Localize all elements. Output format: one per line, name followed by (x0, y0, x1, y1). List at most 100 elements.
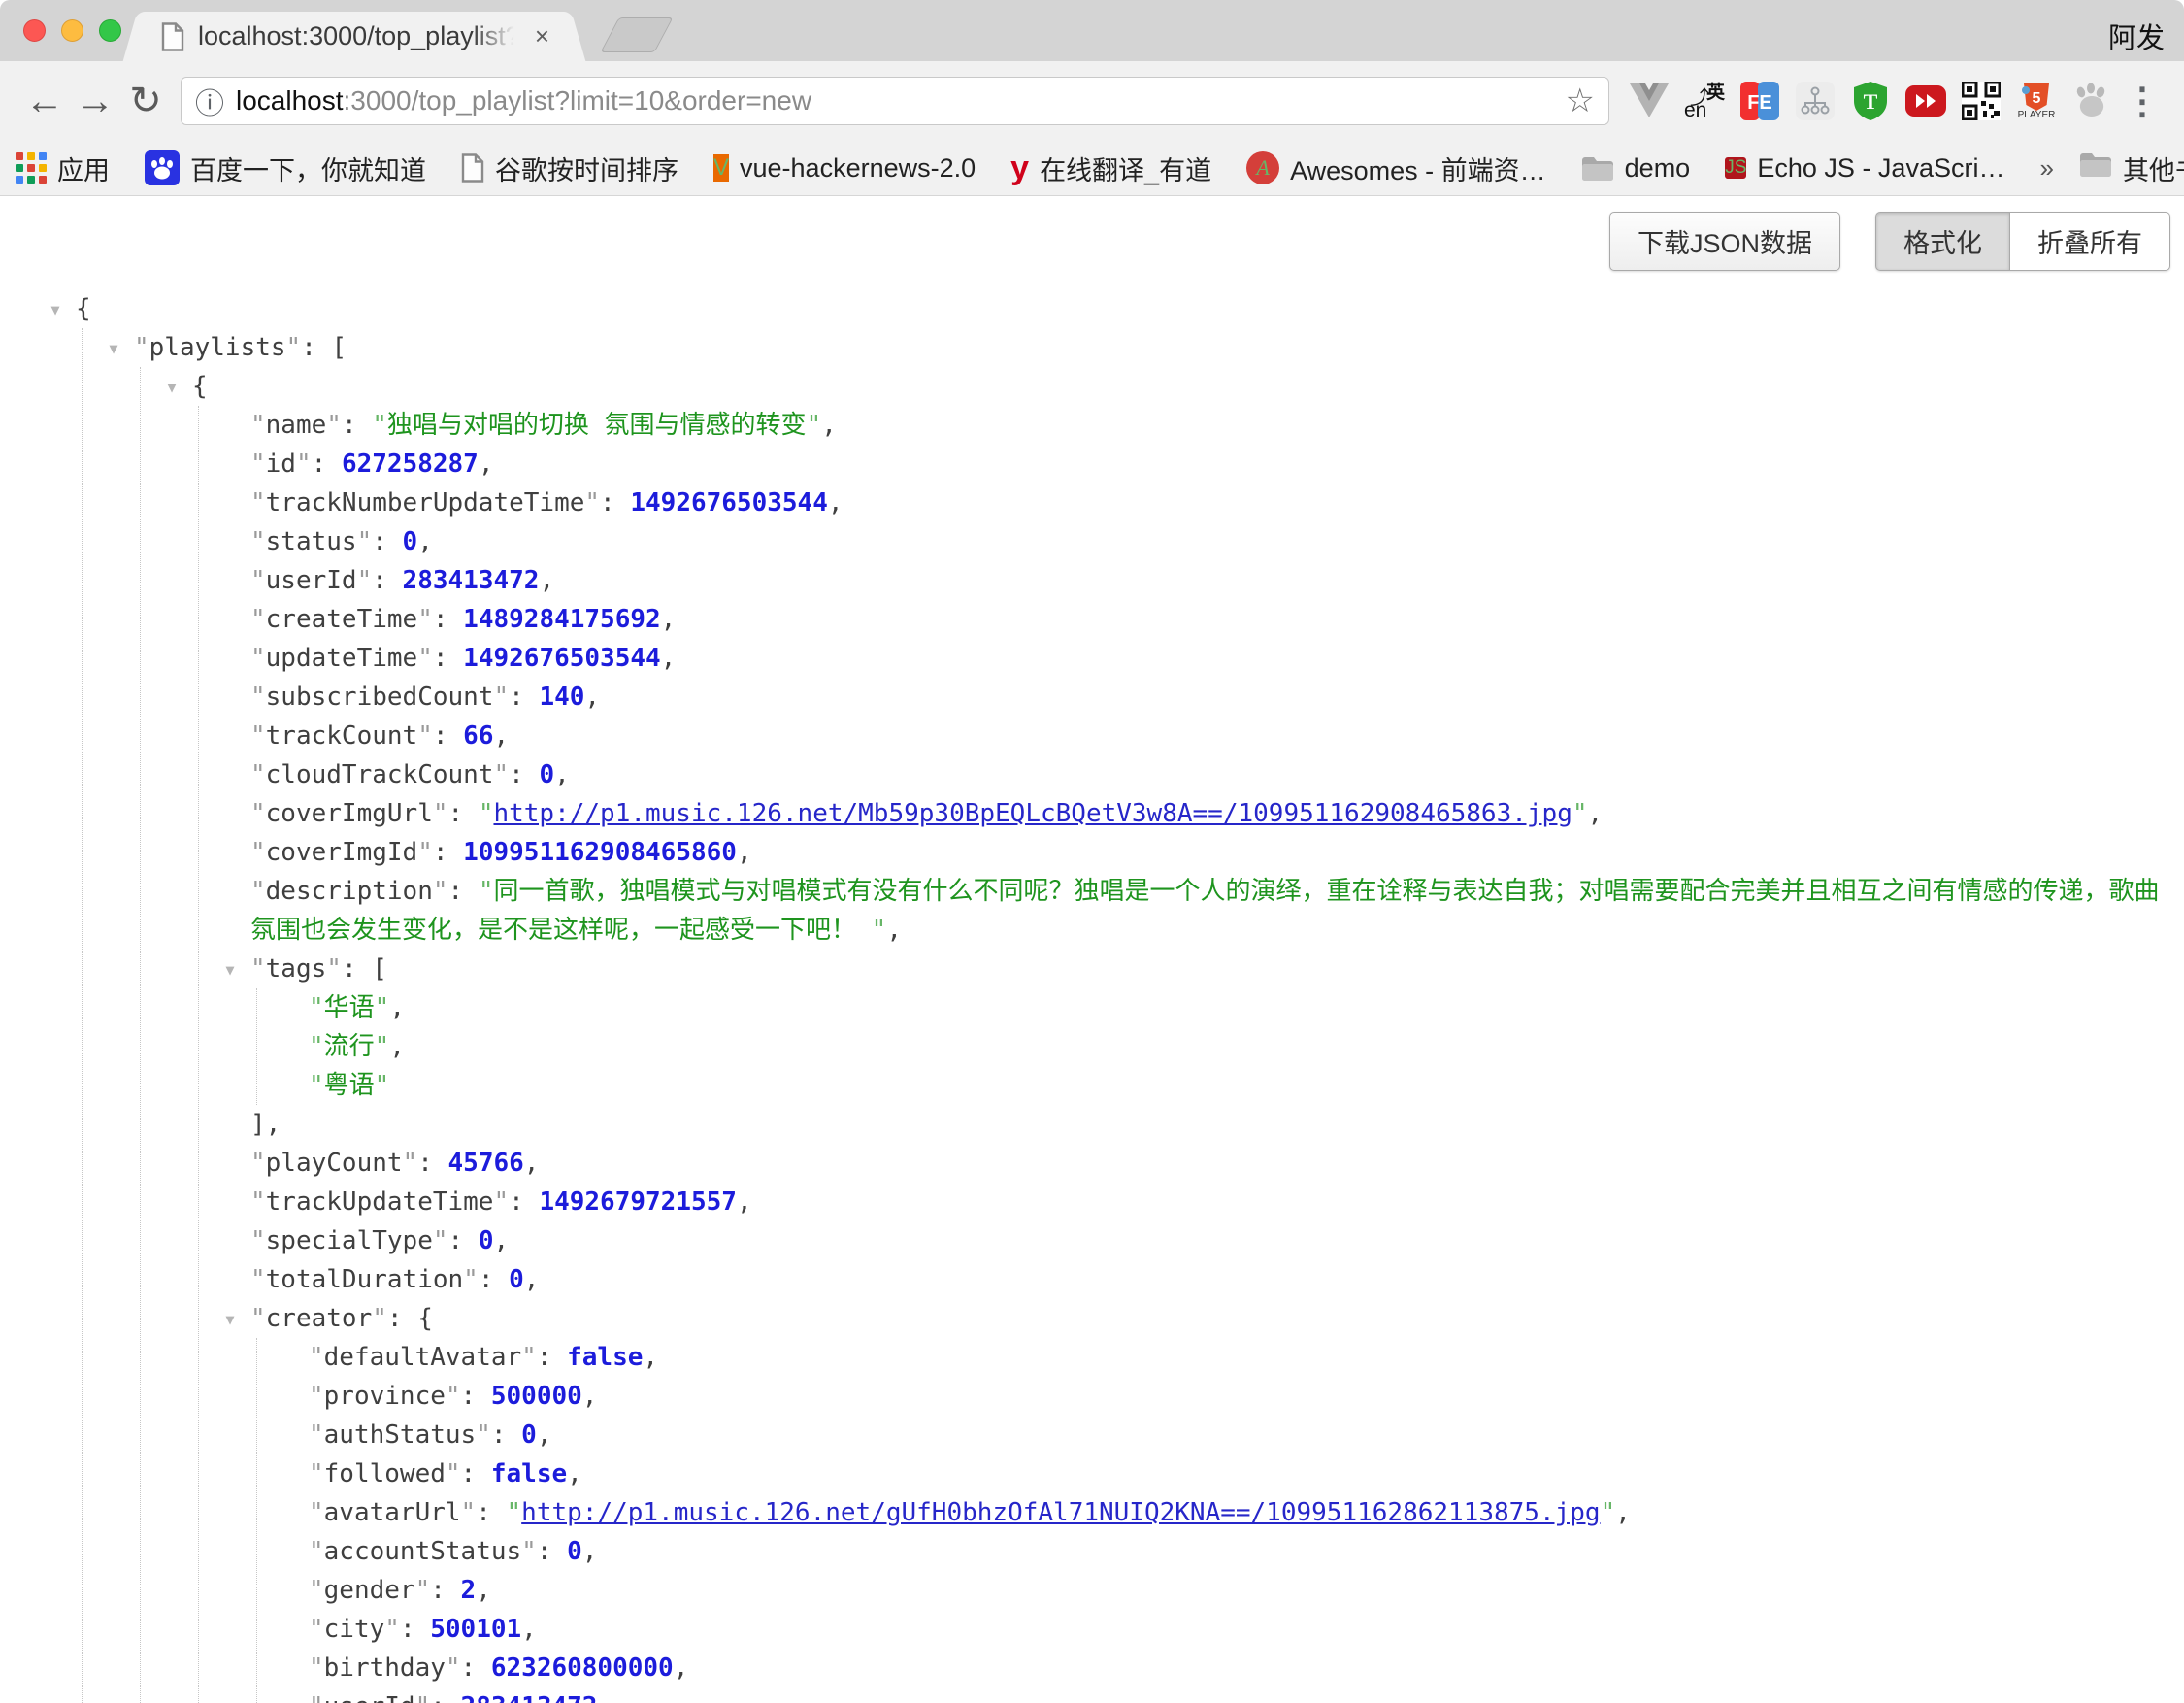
collapse-arrow-icon[interactable]: ▼ (41, 290, 70, 329)
json-line: "totalDuration": 0, (250, 1260, 2161, 1299)
url-text[interactable]: localhost:3000/top_playlist?limit=10&ord… (236, 85, 1554, 117)
json-line: "cloudTrackCount": 0, (250, 755, 2161, 794)
json-line: ▼{ (192, 367, 2161, 406)
json-number-value: 0 (479, 1226, 494, 1255)
bookmark-label: Awesomes - 前端资… (1290, 150, 1546, 187)
bookmark-baidu[interactable]: 百度一下，你就知道 (145, 150, 426, 187)
bookmark-awesomes[interactable]: AAwesomes - 前端资… (1246, 150, 1546, 187)
json-number-value: 283413472 (461, 1692, 598, 1703)
vue-devtools-icon[interactable] (1627, 76, 1671, 126)
toolbar: ← → ↻ ⓘ localhost:3000/top_playlist?limi… (0, 61, 2184, 141)
view-mode-group: 格式化 折叠所有 (1875, 212, 2170, 271)
back-button[interactable]: ← (19, 80, 70, 123)
json-key: cloudTrackCount (266, 760, 494, 789)
video-speed-icon[interactable] (1903, 76, 1948, 126)
chrome-menu-icon[interactable]: ⋮ (2114, 80, 2170, 123)
reload-button[interactable]: ↻ (120, 79, 171, 123)
profile-name[interactable]: 阿发 (2108, 16, 2165, 56)
site-info-icon[interactable]: ⓘ (195, 80, 224, 122)
json-key: totalDuration (266, 1265, 464, 1294)
json-line: ▼"playlists": [ (134, 328, 2161, 367)
bookmark-echojs[interactable]: JSEcho JS - JavaScri… (1725, 153, 2004, 184)
json-url-link[interactable]: http://p1.music.126.net/Mb59p30BpEQLcBQe… (493, 799, 1572, 828)
json-key: followed (324, 1459, 446, 1488)
close-window-button[interactable] (23, 19, 46, 42)
titlebar: localhost:3000/top_playlist?limit=10&ord… (0, 0, 2184, 61)
zoom-window-button[interactable] (99, 19, 121, 42)
folder-icon (1581, 155, 1614, 182)
bookmarks-bar: 应用 百度一下，你就知道谷歌按时间排序 Vvue-hackernews-2.0 y在线… (0, 141, 2184, 196)
bookmark-vue-hackernews[interactable]: Vvue-hackernews-2.0 (713, 153, 976, 184)
bookmark-label: vue-hackernews-2.0 (740, 153, 976, 184)
bookmark-youdao-translate[interactable]: y在线翻译_有道 (1010, 150, 1211, 187)
collapse-all-button[interactable]: 折叠所有 (2010, 212, 2170, 271)
json-key: province (324, 1382, 446, 1411)
json-number-value: 2 (461, 1576, 477, 1605)
bookmarks-overflow-chevron[interactable]: » (2039, 153, 2053, 184)
json-number-value: 1492676503544 (463, 644, 661, 673)
bookmark-apps[interactable]: 应用 (16, 150, 110, 187)
bookmark-label: demo (1625, 153, 1691, 184)
forward-button[interactable]: → (70, 80, 120, 123)
bookmark-demo[interactable]: demo (1581, 153, 1691, 184)
minimize-window-button[interactable] (61, 19, 83, 42)
json-key: userId (266, 566, 357, 595)
json-number-value: 0 (509, 1265, 524, 1294)
tampermonkey-icon[interactable]: T (1848, 76, 1893, 126)
json-key: userId (324, 1692, 415, 1703)
json-key: defaultAvatar (324, 1343, 522, 1372)
bookmark-label: Echo JS - JavaScri… (1757, 153, 2004, 184)
other-bookmarks-folder[interactable]: 其他书签 (2079, 150, 2184, 187)
translate-icon[interactable]: 英⤴en (1682, 76, 1727, 126)
json-actions: 下载JSON数据 格式化 折叠所有 (1609, 212, 2170, 271)
extensions-row: 英⤴en FE T 5PLAYER (1627, 76, 2114, 126)
json-line: "id": 627258287, (250, 445, 2161, 484)
json-key: trackUpdateTime (266, 1187, 494, 1217)
fe-icon[interactable]: FE (1737, 76, 1782, 126)
json-block: ▼{"name": "独唱与对唱的切换 氛围与情感的转变","id": 6272… (140, 367, 2161, 1703)
bookmark-google-time-sort[interactable]: 谷歌按时间排序 (461, 150, 678, 187)
json-key: accountStatus (324, 1537, 522, 1566)
json-key: specialType (266, 1226, 433, 1255)
json-line: ▼{ (76, 289, 2161, 328)
json-number-value: 140 (539, 683, 584, 712)
qr-code-icon[interactable] (1959, 76, 2003, 126)
address-bar[interactable]: ⓘ localhost:3000/top_playlist?limit=10&o… (181, 77, 1609, 125)
tab-close-icon[interactable]: × (531, 21, 553, 51)
json-line: ▼"creator": { (250, 1299, 2161, 1338)
browser-window: localhost:3000/top_playlist?limit=10&ord… (0, 0, 2184, 1703)
new-tab-button[interactable] (600, 17, 673, 52)
svg-text:FE: FE (1747, 92, 1772, 114)
baidu-icon (145, 150, 180, 185)
json-line: "name": "独唱与对唱的切换 氛围与情感的转变", (250, 406, 2161, 445)
html5-player-icon[interactable]: 5PLAYER (2014, 76, 2059, 126)
json-key: city (324, 1615, 385, 1644)
paw-icon[interactable] (2069, 76, 2114, 126)
sitemap-icon[interactable] (1793, 76, 1837, 126)
bookmark-label: 百度一下，你就知道 (190, 150, 426, 187)
bookmarks-left: 应用 百度一下，你就知道谷歌按时间排序 Vvue-hackernews-2.0 y在线… (16, 150, 2004, 187)
json-line: "粤语" (309, 1066, 2161, 1105)
collapse-arrow-icon[interactable]: ▼ (215, 1300, 245, 1339)
page-content: 下载JSON数据 格式化 折叠所有 ▼{▼"playlists": [▼{"na… (0, 196, 2184, 1703)
json-key: coverImgUrl (266, 799, 433, 828)
format-button[interactable]: 格式化 (1875, 212, 2010, 271)
json-number-value: 500000 (491, 1382, 582, 1411)
bookmark-star-icon[interactable]: ☆ (1566, 82, 1595, 120)
json-block: "defaultAvatar": false,"province": 50000… (256, 1338, 2161, 1703)
collapse-arrow-icon[interactable]: ▼ (215, 951, 245, 989)
browser-tab[interactable]: localhost:3000/top_playlist?limit=10&ord… (146, 12, 563, 61)
json-line: "authStatus": 0, (309, 1416, 2161, 1454)
json-url-link[interactable]: http://p1.music.126.net/gUfH0bhzOfAl71NU… (521, 1498, 1600, 1527)
json-line: "defaultAvatar": false, (309, 1338, 2161, 1377)
download-json-button[interactable]: 下载JSON数据 (1609, 212, 1840, 271)
page-icon (461, 153, 484, 183)
json-key: tags (266, 954, 327, 984)
json-line: "specialType": 0, (250, 1221, 2161, 1260)
collapse-arrow-icon[interactable]: ▼ (157, 368, 186, 407)
json-key: coverImgId (266, 838, 418, 867)
collapse-arrow-icon[interactable]: ▼ (99, 329, 128, 368)
json-number-value: 0 (567, 1537, 582, 1566)
json-number-value: 45766 (448, 1149, 524, 1178)
json-boolean-value: false (491, 1459, 567, 1488)
